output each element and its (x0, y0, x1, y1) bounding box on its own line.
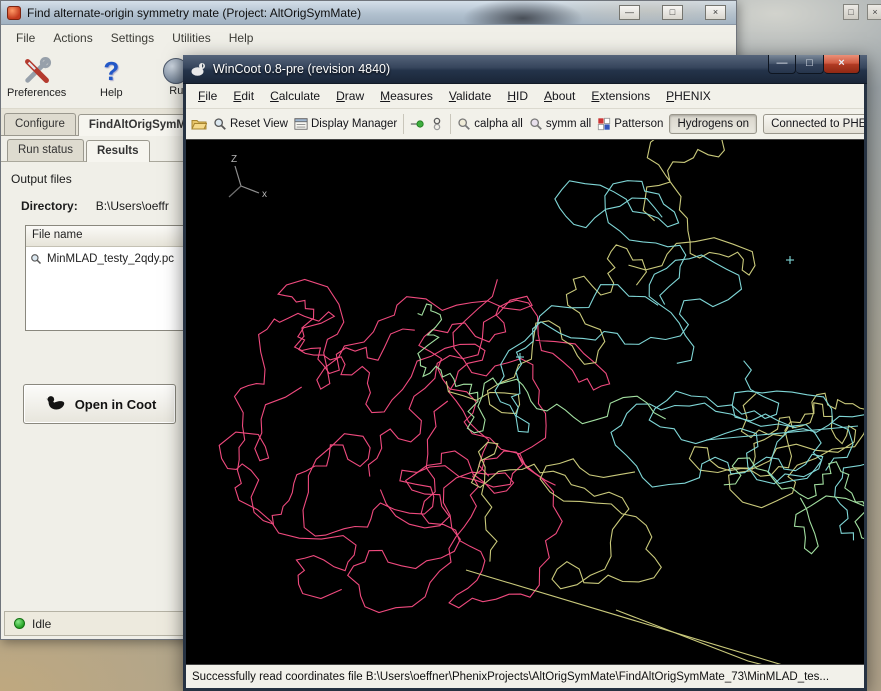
open-coordinates-button[interactable] (191, 116, 207, 132)
phenix-status-text: Idle (32, 617, 51, 631)
tools-icon (22, 56, 52, 86)
menu-edit[interactable]: Edit (225, 85, 262, 107)
menu-settings[interactable]: Settings (102, 27, 163, 49)
menu-calculate[interactable]: Calculate (262, 85, 328, 107)
recentre-button[interactable] (410, 117, 424, 131)
connected-to-phenix-button[interactable]: Connected to PHENIX (763, 114, 864, 134)
display-manager-button[interactable]: Display Manager (294, 117, 397, 131)
graphics-viewport[interactable]: Z x (186, 139, 864, 665)
atoms-icon (430, 117, 444, 131)
symm-all-button[interactable]: symm all (529, 117, 591, 131)
menu-measures[interactable]: Measures (372, 85, 441, 107)
go-to-atom-button[interactable] (430, 117, 444, 131)
preferences-button[interactable]: Preferences (7, 54, 66, 99)
patterson-button[interactable]: Patterson (597, 117, 663, 131)
menu-about[interactable]: About (536, 85, 583, 107)
wincoot-window: WinCoot 0.8-pre (revision 4840) — □ × Fi… (183, 55, 867, 691)
minimize-button[interactable]: — (619, 5, 640, 20)
magnifier-icon (213, 117, 227, 131)
status-idle-icon (14, 618, 25, 629)
maximize-button[interactable]: □ (662, 5, 683, 20)
tab-run-status[interactable]: Run status (7, 139, 84, 161)
wincoot-statusbar: Successfully read coordinates file B:\Us… (186, 665, 864, 688)
close-button[interactable]: × (705, 5, 726, 20)
patterson-icon (597, 117, 611, 131)
help-label: Help (100, 87, 123, 99)
menu-extensions[interactable]: Extensions (583, 85, 658, 107)
menu-hid[interactable]: HID (499, 85, 536, 107)
menu-help[interactable]: Help (220, 27, 263, 49)
wincoot-status-text: Successfully read coordinates file B:\Us… (192, 671, 829, 683)
tab-findaltorigsymmate[interactable]: FindAltOrigSymM (78, 114, 197, 136)
axis-gizmo: Z x (229, 154, 267, 200)
reset-view-label: Reset View (230, 118, 288, 130)
menu-utilities[interactable]: Utilities (163, 27, 220, 49)
axis-z-label: Z (231, 154, 237, 165)
background-window-controls: □ × (843, 4, 881, 20)
phenix-app-icon (7, 6, 21, 20)
background-close-button[interactable]: × (867, 4, 881, 20)
green-dot-arrow-icon (410, 117, 424, 131)
symm-all-label: symm all (546, 118, 591, 130)
wincoot-toolbar: Reset View Display Manager (186, 109, 864, 139)
viewport-canvas[interactable]: Z x (186, 140, 864, 665)
magnifier-icon (457, 117, 471, 131)
help-icon: ? (103, 56, 119, 86)
preferences-label: Preferences (7, 87, 66, 99)
magnifier-icon (30, 253, 42, 265)
menu-actions[interactable]: Actions (44, 27, 101, 49)
coot-duck-icon (43, 393, 67, 415)
directory-value: B:\Users\oeffr (96, 199, 169, 213)
background-restore-button[interactable]: □ (843, 4, 859, 20)
hydrogens-toggle-button[interactable]: Hydrogens on (669, 114, 757, 134)
tab-results[interactable]: Results (86, 140, 150, 162)
run-label: Ru (169, 85, 183, 97)
toolbar-separator (403, 114, 404, 134)
calpha-all-label: calpha all (474, 118, 523, 130)
open-in-coot-label: Open in Coot (75, 397, 157, 412)
wincoot-window-controls: — □ × (768, 55, 860, 74)
tab-configure[interactable]: Configure (4, 113, 76, 135)
maximize-button[interactable]: □ (796, 55, 824, 74)
molecule-traces (219, 140, 864, 665)
wincoot-app-icon (190, 61, 206, 77)
calpha-all-button[interactable]: calpha all (457, 117, 523, 131)
display-manager-label: Display Manager (311, 118, 397, 130)
wincoot-window-title: WinCoot 0.8-pre (revision 4840) (213, 62, 390, 76)
wincoot-titlebar[interactable]: WinCoot 0.8-pre (revision 4840) — □ × (183, 55, 867, 84)
phenix-window-title: Find alternate-origin symmetry mate (Pro… (27, 6, 361, 20)
file-name: MinMLAD_testy_2qdy.pc (47, 253, 174, 265)
phenix-window-controls: — □ × (619, 5, 726, 20)
display-manager-icon (294, 117, 308, 131)
phenix-menubar: File Actions Settings Utilities Help (1, 25, 736, 51)
help-button[interactable]: ? Help (82, 54, 140, 99)
reset-view-button[interactable]: Reset View (213, 117, 288, 131)
menu-phenix[interactable]: PHENIX (658, 85, 719, 107)
phenix-titlebar[interactable]: Find alternate-origin symmetry mate (Pro… (1, 1, 736, 25)
minimize-button[interactable]: — (768, 55, 796, 74)
patterson-label: Patterson (614, 118, 663, 130)
menu-file[interactable]: File (190, 85, 225, 107)
close-button[interactable]: × (824, 55, 860, 74)
axis-x-label: x (262, 189, 267, 200)
wincoot-menubar: File Edit Calculate Draw Measures Valida… (186, 84, 864, 109)
magnifier-icon (529, 117, 543, 131)
toolbar-separator (450, 114, 451, 134)
menu-validate[interactable]: Validate (441, 85, 500, 107)
menu-file[interactable]: File (7, 27, 44, 49)
folder-icon (191, 116, 207, 132)
open-in-coot-button[interactable]: Open in Coot (23, 384, 176, 424)
menu-draw[interactable]: Draw (328, 85, 372, 107)
directory-label: Directory: (21, 199, 78, 213)
